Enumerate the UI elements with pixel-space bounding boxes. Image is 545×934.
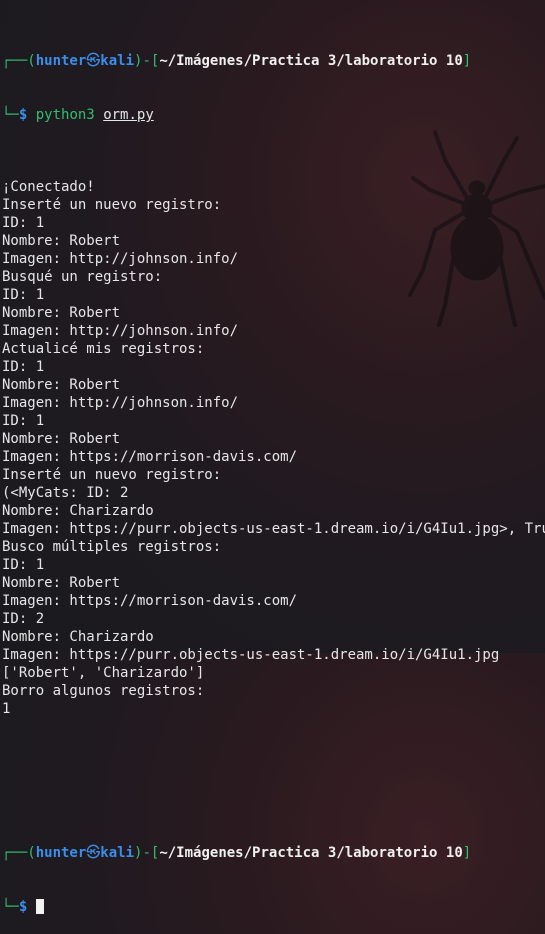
- output-line: Inserté un nuevo registro:: [2, 467, 222, 483]
- output-line: Nombre: Robert: [2, 233, 121, 249]
- output-line: Inserté un nuevo registro:: [2, 197, 222, 213]
- command-program: python3: [35, 107, 95, 123]
- output-line: Nombre: Charizardo: [2, 503, 154, 519]
- output-line: Imagen: https://purr.objects-us-east-1.d…: [2, 521, 545, 537]
- output-line: (<MyCats: ID: 2: [2, 485, 129, 501]
- prompt-at-symbol: ㉿: [86, 845, 101, 861]
- output-line: Imagen: http://johnson.info/: [2, 395, 239, 411]
- prompt-corner-bottom: └─: [2, 899, 19, 915]
- output-line: Imagen: http://johnson.info/: [2, 323, 239, 339]
- prompt-bracket-mid: )-[: [134, 53, 160, 69]
- prompt-bracket-end: ]: [462, 53, 472, 69]
- prompt-user: hunter: [35, 845, 87, 861]
- output-line: Imagen: https://purr.objects-us-east-1.d…: [2, 647, 500, 663]
- output-line: Actualicé mis registros:: [2, 341, 205, 357]
- prompt-host: kali: [100, 845, 135, 861]
- prompt-bracket-mid: )-[: [134, 845, 160, 861]
- terminal-window[interactable]: ┌──(hunter㉿kali)-[~/Imágenes/Practica 3/…: [2, 16, 545, 934]
- output-line: ID: 2: [2, 611, 45, 627]
- output-line: ID: 1: [2, 215, 45, 231]
- output-line: Imagen: http://johnson.info/: [2, 251, 239, 267]
- prompt-header-line-2: ┌──(hunter㉿kali)-[~/Imágenes/Practica 3/…: [2, 844, 545, 862]
- prompt-corner-top: ┌──(: [2, 53, 36, 69]
- output-line: Busco múltiples registros:: [2, 539, 222, 555]
- output-line: Nombre: Robert: [2, 377, 121, 393]
- output-line: Nombre: Robert: [2, 431, 121, 447]
- text-cursor[interactable]: [35, 899, 44, 914]
- output-line: Nombre: Robert: [2, 575, 121, 591]
- prompt-host: kali: [100, 53, 135, 69]
- output-line: ID: 1: [2, 557, 45, 573]
- output-line: Imagen: https://morrison-davis.com/: [2, 449, 298, 465]
- output-line: Borro algunos registros:: [2, 683, 205, 699]
- input-line[interactable]: └─$: [2, 898, 545, 916]
- output-line: ID: 1: [2, 359, 45, 375]
- prompt-corner-top: ┌──(: [2, 845, 36, 861]
- prompt-cwd: ~/Imágenes/Practica 3/laboratorio 10: [159, 845, 463, 861]
- output-line: Imagen: https://morrison-davis.com/: [2, 593, 298, 609]
- prompt-corner-bottom: └─: [2, 107, 19, 123]
- command-output: ¡Conectado! Inserté un nuevo registro: ID:…: [2, 178, 545, 718]
- prompt-symbol: $: [18, 107, 28, 123]
- output-line: ['Robert', 'Charizardo']: [2, 665, 205, 681]
- prompt-symbol: $: [18, 899, 28, 915]
- command-argument[interactable]: orm.py: [103, 107, 154, 123]
- output-line: ID: 1: [2, 287, 45, 303]
- prompt-header-line: ┌──(hunter㉿kali)-[~/Imágenes/Practica 3/…: [2, 52, 545, 70]
- output-line: 1: [2, 701, 11, 717]
- prompt-user: hunter: [35, 53, 87, 69]
- output-line: ¡Conectado!: [2, 179, 95, 195]
- prompt-at-symbol: ㉿: [86, 53, 101, 69]
- prompt-cwd: ~/Imágenes/Practica 3/laboratorio 10: [159, 53, 463, 69]
- command-line: └─$ python3 orm.py: [2, 106, 545, 124]
- output-line: ID: 1: [2, 413, 45, 429]
- output-line: Nombre: Robert: [2, 305, 121, 321]
- output-line: Nombre: Charizardo: [2, 629, 154, 645]
- output-line: Busqué un registro:: [2, 269, 163, 285]
- prompt-bracket-end: ]: [462, 845, 472, 861]
